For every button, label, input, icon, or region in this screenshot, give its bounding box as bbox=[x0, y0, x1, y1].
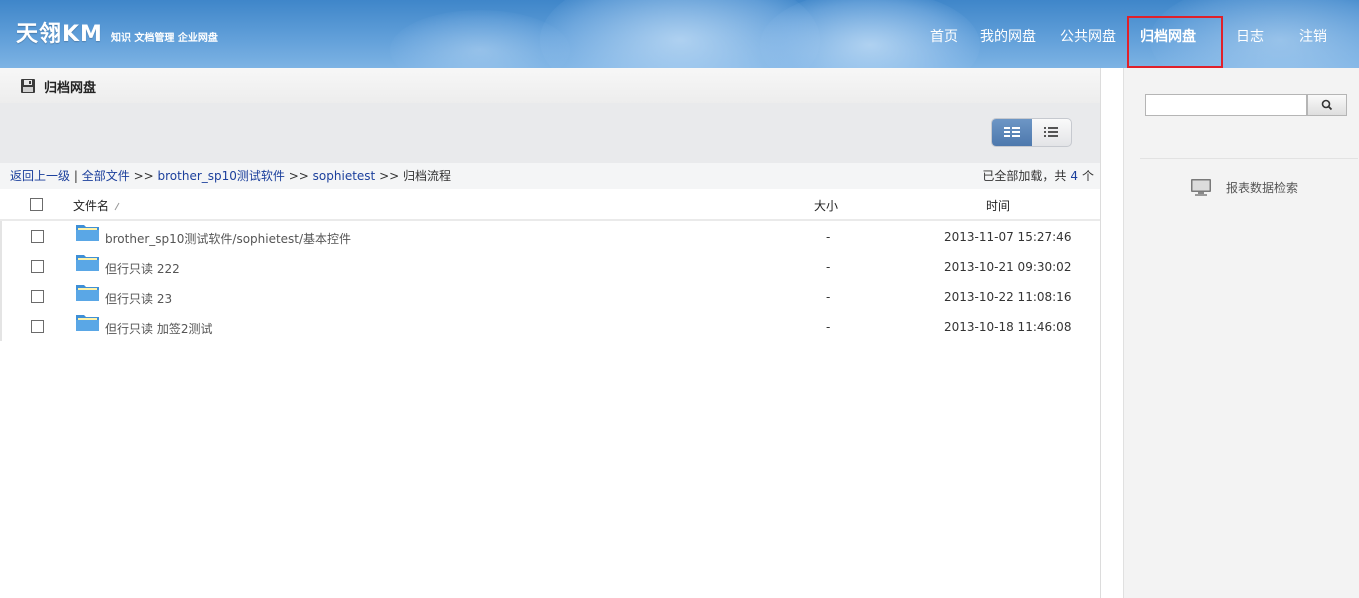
grid-view-button[interactable] bbox=[992, 119, 1032, 146]
item-count: 4 bbox=[1070, 169, 1078, 183]
row-checkbox[interactable] bbox=[31, 290, 44, 303]
nav-public-disk[interactable]: 公共网盘 bbox=[1060, 26, 1116, 48]
folder-icon bbox=[76, 225, 99, 241]
nav-logout[interactable]: 注销 bbox=[1299, 26, 1327, 48]
divider bbox=[1140, 158, 1358, 159]
file-name-link[interactable]: 但行只读 222 bbox=[105, 260, 180, 277]
folder-icon bbox=[76, 285, 99, 301]
row-checkbox[interactable] bbox=[31, 320, 44, 333]
page-title: 归档网盘 bbox=[44, 81, 97, 96]
breadcrumb-separator: >> bbox=[379, 169, 400, 183]
floppy-disk-icon bbox=[21, 79, 35, 93]
file-name-link[interactable]: 但行只读 加签2测试 bbox=[105, 320, 212, 337]
list-view-icon bbox=[1044, 127, 1058, 137]
logo-tagline: 知识 文档管理 企业网盘 bbox=[110, 33, 218, 44]
row-checkbox[interactable] bbox=[31, 230, 44, 243]
monitor-icon bbox=[1191, 179, 1211, 196]
column-time-header[interactable]: 时间 bbox=[986, 197, 1010, 214]
load-status-prefix: 已全部加载，共 bbox=[982, 169, 1067, 183]
folder-icon bbox=[76, 255, 99, 271]
view-mode-switch bbox=[991, 118, 1072, 147]
file-size: - bbox=[826, 260, 831, 274]
breadcrumb-separator: >> bbox=[133, 169, 154, 183]
file-size: - bbox=[826, 230, 831, 244]
breadcrumb: 返回上一级 | 全部文件 >> brother_sp10测试软件 >> soph… bbox=[0, 163, 1100, 189]
file-name-link[interactable]: brother_sp10测试软件/sophietest/基本控件 bbox=[105, 230, 351, 247]
logo-mark: 天翎KM bbox=[16, 22, 103, 47]
search-button[interactable] bbox=[1307, 94, 1347, 116]
file-size: - bbox=[826, 320, 831, 334]
file-time: 2013-10-22 11:08:16 bbox=[944, 290, 1072, 304]
view-toolbar bbox=[0, 103, 1100, 163]
nav-home[interactable]: 首页 bbox=[930, 26, 958, 48]
back-link[interactable]: 返回上一级 bbox=[10, 169, 70, 183]
breadcrumb-brother[interactable]: brother_sp10测试软件 bbox=[158, 169, 285, 183]
grid-view-icon bbox=[1004, 127, 1020, 137]
page-title-bar: 归档网盘 bbox=[0, 68, 1100, 103]
select-all-checkbox[interactable] bbox=[30, 198, 43, 211]
app-logo[interactable]: 天翎KM 知识 文档管理 企业网盘 bbox=[16, 16, 218, 47]
nav-my-disk[interactable]: 我的网盘 bbox=[980, 26, 1036, 48]
breadcrumb-current: 归档流程 bbox=[403, 169, 452, 183]
file-size: - bbox=[826, 290, 831, 304]
header-banner: 天翎KM 知识 文档管理 企业网盘 首页 我的网盘 公共网盘 归档网盘 日志 注… bbox=[0, 0, 1359, 68]
breadcrumb-separator: >> bbox=[288, 169, 309, 183]
load-status: 已全部加载，共 4 个 bbox=[982, 163, 1094, 189]
sort-icon bbox=[114, 202, 120, 211]
list-view-button[interactable] bbox=[1032, 119, 1071, 146]
table-row[interactable]: 但行只读 加签2测试 - 2013-10-18 11:46:08 bbox=[0, 311, 1100, 341]
breadcrumb-all-files[interactable]: 全部文件 bbox=[82, 169, 130, 183]
file-time: 2013-11-07 15:27:46 bbox=[944, 230, 1072, 244]
active-nav-highlight bbox=[1127, 16, 1223, 68]
file-name-link[interactable]: 但行只读 23 bbox=[105, 290, 172, 307]
report-search-label: 报表数据检索 bbox=[1226, 181, 1299, 195]
file-time: 2013-10-21 09:30:02 bbox=[944, 260, 1072, 274]
main-panel: 归档网盘 返回上一级 | 全部文件 >> brother_sp10测试软件 >>… bbox=[0, 68, 1101, 598]
row-checkbox[interactable] bbox=[31, 260, 44, 273]
table-header: 文件名 大小 时间 bbox=[0, 189, 1100, 221]
load-status-suffix: 个 bbox=[1081, 169, 1094, 183]
table-row[interactable]: brother_sp10测试软件/sophietest/基本控件 - 2013-… bbox=[0, 221, 1100, 251]
search-icon bbox=[1321, 99, 1333, 111]
table-row[interactable]: 但行只读 222 - 2013-10-21 09:30:02 bbox=[0, 251, 1100, 281]
breadcrumb-sophietest[interactable]: sophietest bbox=[313, 169, 376, 183]
breadcrumb-divider: | bbox=[73, 169, 78, 183]
folder-icon bbox=[76, 315, 99, 331]
table-row[interactable]: 但行只读 23 - 2013-10-22 11:08:16 bbox=[0, 281, 1100, 311]
search-input[interactable] bbox=[1145, 94, 1307, 116]
right-sidebar: 报表数据检索 bbox=[1123, 68, 1359, 598]
column-name-label: 文件名 bbox=[73, 199, 110, 213]
file-time: 2013-10-18 11:46:08 bbox=[944, 320, 1072, 334]
column-name-header[interactable]: 文件名 bbox=[73, 197, 121, 214]
nav-log[interactable]: 日志 bbox=[1236, 26, 1264, 48]
column-size-header[interactable]: 大小 bbox=[814, 197, 838, 214]
